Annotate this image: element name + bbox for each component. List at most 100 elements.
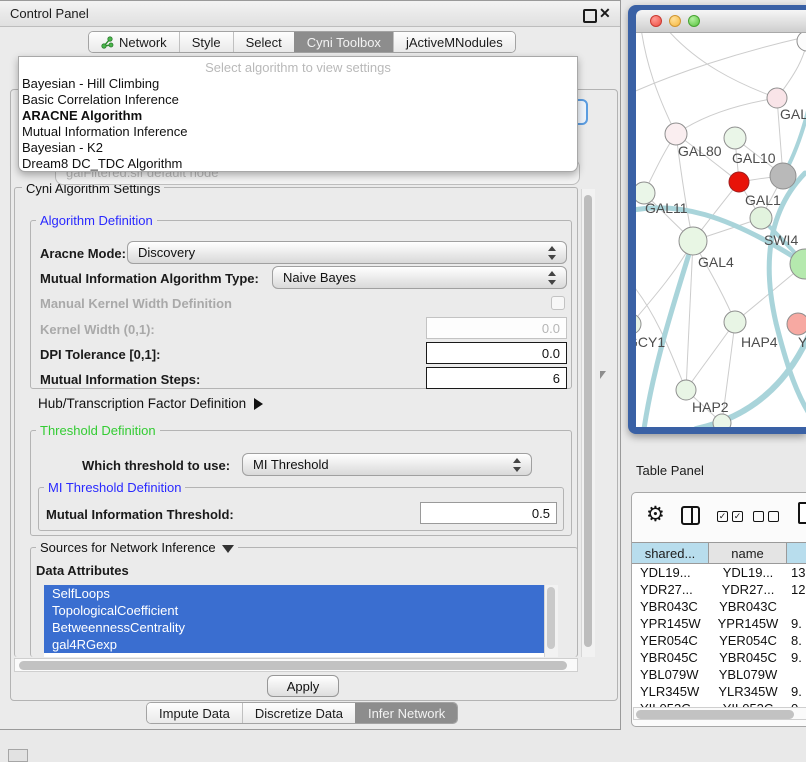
attributes-vertical-scrollbar[interactable] bbox=[544, 585, 558, 657]
network-canvas[interactable]: GAL GAL80 GAL10 GAL1 GAL11 SWI4 GAL4 GCY… bbox=[636, 33, 806, 427]
tab-style[interactable]: Style bbox=[179, 32, 233, 52]
tab-jactivemnodules-label: jActiveMNodules bbox=[406, 35, 503, 50]
settings-vscroll-thumb[interactable] bbox=[584, 195, 592, 647]
deselect-all-checkbox-icon[interactable] bbox=[768, 511, 779, 522]
tab-discretize-data[interactable]: Discretize Data bbox=[242, 703, 355, 723]
deselect-all-checkbox-icon[interactable] bbox=[753, 511, 764, 522]
node-gal10[interactable] bbox=[724, 127, 746, 149]
table-panel: ⚙ ✓ ✓ shared... name A YDL19...YDL19...1… bbox=[631, 492, 806, 727]
node-hap2[interactable] bbox=[676, 380, 696, 400]
node-salmon[interactable] bbox=[787, 313, 806, 335]
table-horizontal-scrollbar[interactable] bbox=[633, 707, 806, 720]
column-header[interactable]: name bbox=[709, 543, 787, 563]
cell: YIL052C bbox=[709, 700, 787, 707]
settings-vertical-scrollbar[interactable] bbox=[581, 189, 595, 657]
table-row[interactable]: YBR045CYBR045C9. bbox=[632, 649, 806, 666]
bottom-tabbar: Impute Data Discretize Data Infer Networ… bbox=[146, 702, 458, 724]
float-window-icon[interactable] bbox=[583, 9, 597, 23]
zoom-button[interactable] bbox=[688, 15, 700, 27]
attribute-item-selected[interactable]: gal4RGexp bbox=[44, 636, 558, 653]
mi-type-select[interactable]: Naive Bayes bbox=[272, 266, 567, 289]
node-gray[interactable] bbox=[770, 163, 796, 189]
data-attributes-label: Data Attributes bbox=[36, 563, 129, 578]
table-row[interactable]: YER054CYER054C8. bbox=[632, 632, 806, 649]
aracne-mode-select[interactable]: Discovery bbox=[127, 241, 567, 264]
table-row[interactable]: YBR043CYBR043C bbox=[632, 598, 806, 615]
minimize-button[interactable] bbox=[669, 15, 681, 27]
column-header[interactable]: shared... bbox=[632, 543, 709, 563]
tab-infer-network-label: Infer Network bbox=[368, 706, 445, 721]
mi-steps-input[interactable] bbox=[426, 367, 567, 389]
sources-section-toggle[interactable]: Sources for Network Inference bbox=[36, 540, 238, 555]
mi-threshold-input[interactable] bbox=[420, 502, 557, 524]
close-icon[interactable]: ✕ bbox=[599, 5, 611, 22]
network-window-titlebar[interactable] bbox=[636, 10, 806, 33]
settings-hscroll-thumb[interactable] bbox=[19, 661, 567, 670]
column-header[interactable]: A bbox=[787, 543, 806, 563]
tab-jactivemnodules[interactable]: jActiveMNodules bbox=[393, 32, 515, 52]
columns-icon[interactable] bbox=[681, 506, 700, 525]
algorithm-definition-title: Algorithm Definition bbox=[36, 213, 157, 228]
node-partial-bottom[interactable] bbox=[713, 414, 731, 427]
screen: Control Panel ✕ Network Style Select Cyn… bbox=[0, 0, 806, 762]
attribute-item-selected[interactable]: SelfLoops bbox=[44, 585, 558, 602]
tab-impute-data[interactable]: Impute Data bbox=[147, 703, 242, 723]
attributes-vscroll-thumb[interactable] bbox=[547, 587, 555, 649]
table-panel-title: Table Panel bbox=[636, 463, 704, 478]
table-row[interactable]: YPR145WYPR145W9. bbox=[632, 615, 806, 632]
network-nodes[interactable] bbox=[636, 33, 806, 427]
cell: YDR27... bbox=[632, 581, 709, 598]
document-icon[interactable] bbox=[798, 502, 806, 524]
manual-kernel-checkbox[interactable] bbox=[551, 296, 565, 310]
node-gal4[interactable] bbox=[679, 227, 707, 255]
attribute-item-selected[interactable]: TopologicalCoefficient bbox=[44, 602, 558, 619]
table-hscroll-thumb[interactable] bbox=[636, 710, 794, 719]
node-gal80[interactable] bbox=[665, 123, 687, 145]
tab-select-label: Select bbox=[246, 35, 282, 50]
tab-discretize-data-label: Discretize Data bbox=[255, 706, 343, 721]
table-row[interactable]: YBL079WYBL079W bbox=[632, 666, 806, 683]
node-gcy1[interactable] bbox=[636, 314, 641, 334]
cell bbox=[787, 598, 806, 615]
settings-horizontal-scrollbar[interactable] bbox=[14, 658, 578, 672]
algorithm-option[interactable]: Dream8 DC_TDC Algorithm bbox=[22, 156, 182, 172]
sources-section-label: Sources for Network Inference bbox=[40, 540, 216, 555]
table-row[interactable]: YDR27...YDR27...12 bbox=[632, 581, 806, 598]
tab-cyni-toolbox[interactable]: Cyni Toolbox bbox=[294, 32, 393, 52]
gear-icon[interactable]: ⚙ bbox=[646, 504, 665, 525]
table-row-partial[interactable]: YIL052CYIL052C0 bbox=[632, 700, 806, 707]
kernel-width-input bbox=[426, 317, 567, 339]
mi-steps-label: Mutual Information Steps: bbox=[40, 372, 200, 387]
dpi-tolerance-input[interactable] bbox=[426, 342, 567, 364]
tab-network[interactable]: Network bbox=[89, 32, 179, 52]
apply-button[interactable]: Apply bbox=[267, 675, 339, 697]
tab-infer-network[interactable]: Infer Network bbox=[355, 703, 457, 723]
chevron-right-icon bbox=[254, 398, 263, 410]
algorithm-option[interactable]: Bayesian - K2 bbox=[22, 140, 103, 156]
algorithm-option[interactable]: Bayesian - Hill Climbing bbox=[22, 76, 159, 92]
attribute-item-selected[interactable]: BetweennessCentrality bbox=[44, 619, 558, 636]
node-gal1[interactable] bbox=[750, 207, 772, 229]
algorithm-option-selected[interactable]: ARACNE Algorithm bbox=[22, 108, 142, 124]
algorithm-dropdown: Select algorithm to view settings Bayesi… bbox=[18, 56, 578, 172]
node-partial[interactable] bbox=[797, 33, 806, 51]
cell: YER054C bbox=[632, 632, 709, 649]
which-threshold-select[interactable]: MI Threshold bbox=[242, 453, 532, 476]
table-row[interactable]: YLR345WYLR345W9. bbox=[632, 683, 806, 700]
select-all-checkbox-icon[interactable]: ✓ bbox=[732, 511, 743, 522]
algorithm-option[interactable]: Basic Correlation Inference bbox=[22, 92, 179, 108]
select-all-checkbox-icon[interactable]: ✓ bbox=[717, 511, 728, 522]
node-gal7[interactable] bbox=[767, 88, 787, 108]
node-selected-red[interactable] bbox=[729, 172, 749, 192]
node-hap4[interactable] bbox=[724, 311, 746, 333]
close-button[interactable] bbox=[650, 15, 662, 27]
table-row[interactable]: YDL19...YDL19...13 bbox=[632, 564, 806, 581]
cell: YER054C bbox=[709, 632, 787, 649]
node-label: GCY1 bbox=[636, 334, 665, 350]
mi-threshold-label: Mutual Information Threshold: bbox=[46, 507, 234, 522]
network-view-window[interactable]: GAL GAL80 GAL10 GAL1 GAL11 SWI4 GAL4 GCY… bbox=[628, 5, 806, 434]
hub-section-toggle[interactable]: Hub/Transcription Factor Definition bbox=[38, 396, 263, 411]
dock-handle[interactable] bbox=[8, 749, 28, 762]
algorithm-option[interactable]: Mutual Information Inference bbox=[22, 124, 187, 140]
tab-select[interactable]: Select bbox=[233, 32, 294, 52]
